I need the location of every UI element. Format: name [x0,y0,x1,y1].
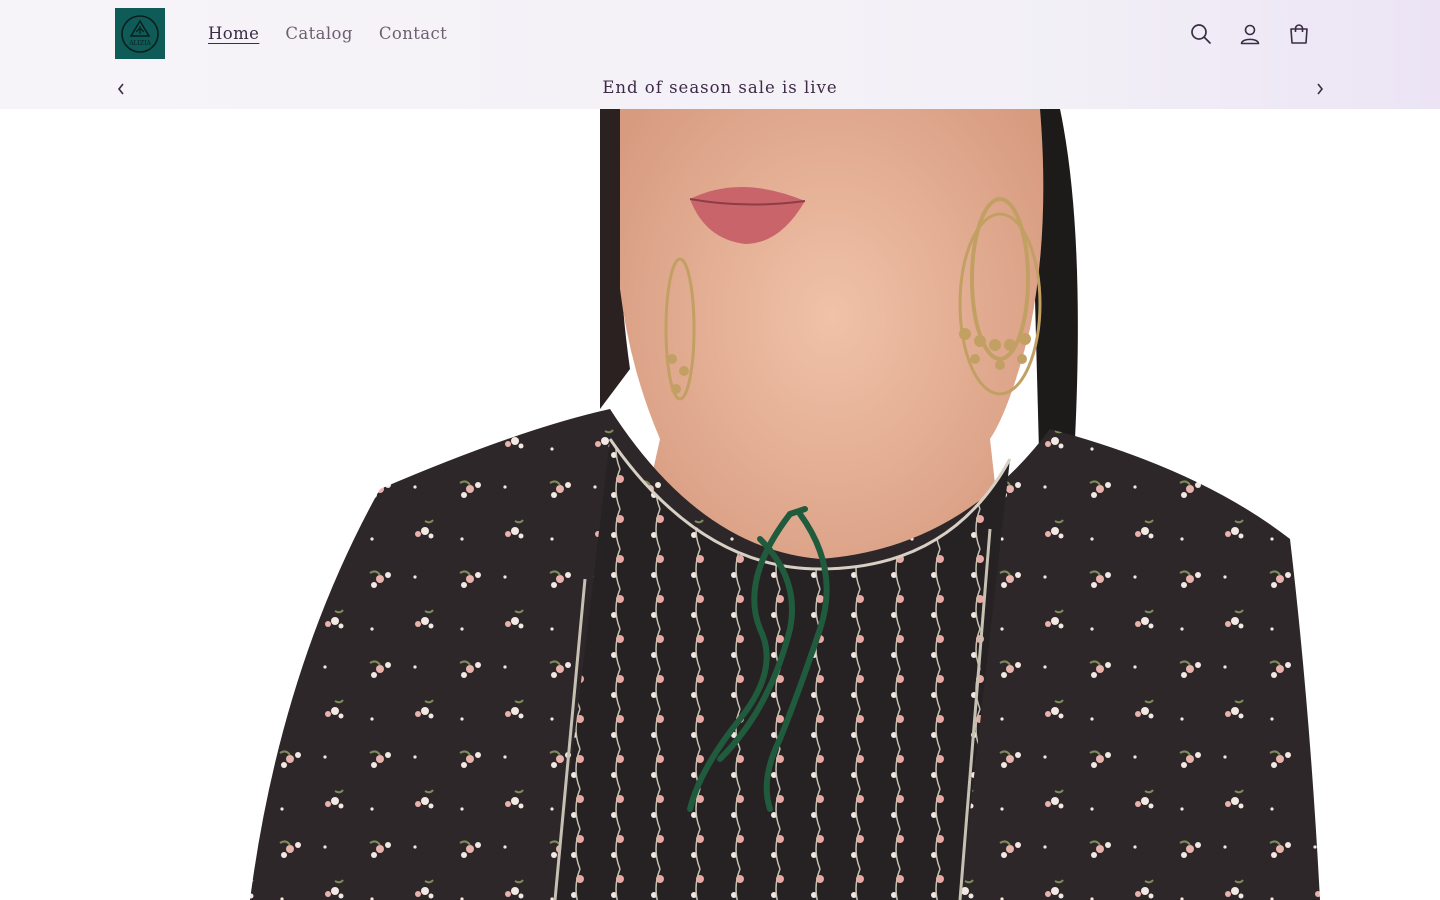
nav-link-home[interactable]: Home [208,22,259,46]
cart-button[interactable] [1283,17,1315,51]
cart-icon [1290,24,1308,44]
brand-logo[interactable]: ALIZIA [115,8,165,59]
brand-logo-mark: ALIZIA [121,14,159,53]
account-icon [1240,24,1260,45]
site-header: ALIZIA Home Catalog Contact End of seaso… [0,0,1440,109]
hero-banner[interactable] [0,109,1440,900]
announcement-bar: End of season sale is live [0,74,1440,104]
logo-wordmark: ALIZIA [128,40,151,47]
search-icon [1191,24,1211,44]
nav-link-contact[interactable]: Contact [379,22,447,46]
announcement-text: End of season sale is live [602,78,838,97]
search-button[interactable] [1185,17,1217,51]
announcement-next-button[interactable] [1313,79,1327,99]
chevron-right-icon [1317,83,1324,95]
nav-link-catalog[interactable]: Catalog [285,22,353,46]
account-button[interactable] [1234,17,1266,51]
hero-image [0,109,1440,900]
header-icons [1185,17,1315,51]
main-nav: Home Catalog Contact [208,22,447,46]
